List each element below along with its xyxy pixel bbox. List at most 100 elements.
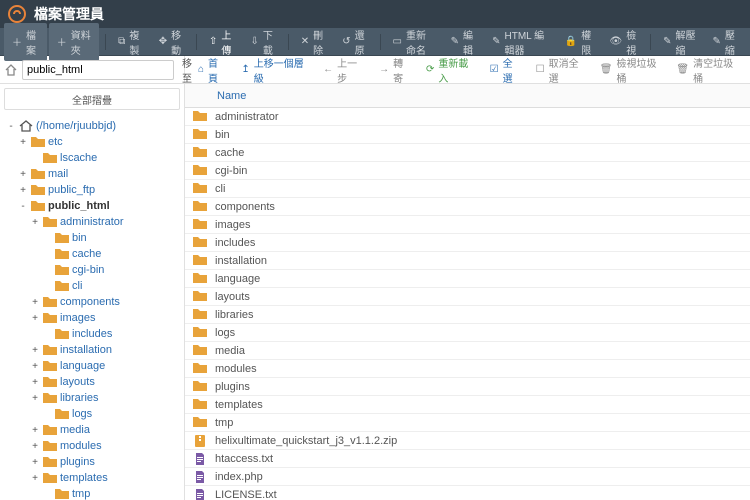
tree-node-components[interactable]: +components [2,294,182,310]
file-name: layouts [215,291,250,303]
file-row[interactable]: components [185,198,750,216]
tree-node-images[interactable]: + images [2,310,182,326]
file-row[interactable]: cache [185,144,750,162]
toggle-icon[interactable]: + [30,393,40,404]
collapse-all-button[interactable]: 全部摺疊 [4,88,180,110]
toggle-icon[interactable]: + [30,457,40,468]
view-trash-button[interactable]: 🗑檢視垃圾桶 [593,52,668,88]
forward-button[interactable]: →轉寄 [372,52,417,88]
toggle-icon[interactable]: + [18,185,28,196]
tree-node-layouts[interactable]: + layouts [2,374,182,390]
file-row[interactable]: index.php [185,468,750,486]
file-row[interactable]: cgi-bin [185,162,750,180]
file-row[interactable]: bin [185,126,750,144]
folder-icon [31,184,45,196]
folder-icon [43,312,57,324]
tree-node-mail[interactable]: +mail [2,166,182,182]
file-row[interactable]: includes [185,234,750,252]
folder-icon [55,280,69,292]
tree-node-etc[interactable]: +etc [2,134,182,150]
copy-button[interactable]: ⧉複製 [110,23,151,61]
folder-icon [43,456,57,468]
name-column-header[interactable]: Name [217,90,246,102]
file-name: media [215,345,245,357]
back-button[interactable]: ←上一步 [316,52,370,88]
eye-icon: 👁 [609,36,622,47]
file-row[interactable]: helixultimate_quickstart_j3_v1.1.2.zip [185,432,750,450]
file-row[interactable]: images [185,216,750,234]
file-row[interactable]: libraries [185,306,750,324]
tree-node-language[interactable]: +language [2,358,182,374]
folder-icon [193,362,209,376]
edit-icon: ✎ [451,36,459,47]
toggle-icon[interactable]: + [18,169,28,180]
file-row[interactable]: modules [185,360,750,378]
tree-node-cli[interactable]: cli [2,278,182,294]
toggle-icon[interactable]: + [30,473,40,484]
file-row[interactable]: logs [185,324,750,342]
folder-icon [55,232,69,244]
toggle-icon[interactable]: + [30,217,40,228]
tree-label: images [60,312,95,324]
unselect-all-button[interactable]: ☐取消全選 [529,52,591,88]
toggle-icon[interactable]: + [30,313,40,324]
home-icon[interactable] [4,63,18,77]
toggle-icon[interactable]: + [30,425,40,436]
file-row[interactable]: htaccess.txt [185,450,750,468]
toggle-icon[interactable]: + [30,361,40,372]
tree-node-cgibin[interactable]: cgi-bin [2,262,182,278]
toggle-icon[interactable]: + [30,345,40,356]
toggle-icon[interactable]: + [30,441,40,452]
tree-node-bin[interactable]: bin [2,230,182,246]
file-row[interactable]: tmp [185,414,750,432]
tree-node-modules[interactable]: + modules [2,438,182,454]
file-row[interactable]: layouts [185,288,750,306]
toggle-icon[interactable]: + [18,137,28,148]
app-title: 檔案管理員 [34,4,104,24]
tree-node-publichtml[interactable]: -public_html [2,198,182,214]
separator [105,34,106,50]
tree-node-installation[interactable]: +installation [2,342,182,358]
tree-label: layouts [60,376,95,388]
toggle-icon[interactable]: + [30,377,40,388]
tree-node-templates[interactable]: +templates [2,470,182,486]
tree-node-tmp[interactable]: tmp [2,486,182,500]
tree-label: modules [60,440,102,452]
select-all-button[interactable]: ☑全選 [483,52,527,88]
new-folder-button[interactable]: ＋資料夾 [49,23,100,61]
file-name: cli [215,183,225,195]
file-row[interactable]: LICENSE.txt [185,486,750,500]
tree-node-lscache[interactable]: lscache [2,150,182,166]
toggle-icon[interactable]: + [30,297,40,308]
tree-node-logs[interactable]: logs [2,406,182,422]
file-row[interactable]: administrator [185,108,750,126]
up-level-button[interactable]: ↥上移一個層級 [234,52,314,88]
file-row[interactable]: templates [185,396,750,414]
folder-icon [43,296,57,308]
folder-icon [55,248,69,260]
tree-node-homerjuubbjd[interactable]: -(/home/rjuubbjd) [2,118,182,134]
tree-node-libraries[interactable]: +libraries [2,390,182,406]
toggle-icon[interactable]: - [6,121,16,132]
tree-node-includes[interactable]: includes [2,326,182,342]
tree-node-administrator[interactable]: +administrator [2,214,182,230]
tree-node-media[interactable]: +media [2,422,182,438]
tree-node-publicftp[interactable]: +public_ftp [2,182,182,198]
reload-button[interactable]: ⟳重新載入 [419,52,481,88]
folder-icon [193,200,209,214]
tree-node-cache[interactable]: cache [2,246,182,262]
file-row[interactable]: plugins [185,378,750,396]
home-button[interactable]: ⌂首頁 [191,52,232,88]
path-input[interactable] [22,60,174,80]
tree-node-plugins[interactable]: +plugins [2,454,182,470]
file-name: plugins [215,381,250,393]
new-file-button[interactable]: ＋檔案 [4,23,47,61]
file-row[interactable]: language [185,270,750,288]
toggle-icon[interactable]: - [18,201,28,212]
empty-trash-button[interactable]: 🗑清空垃圾桶 [669,52,744,88]
separator [288,34,289,50]
action-bar: ⌂首頁 ↥上移一個層級 ←上一步 →轉寄 ⟳重新載入 ☑全選 ☐取消全選 🗑檢視… [185,56,750,84]
file-row[interactable]: media [185,342,750,360]
file-row[interactable]: cli [185,180,750,198]
file-row[interactable]: installation [185,252,750,270]
